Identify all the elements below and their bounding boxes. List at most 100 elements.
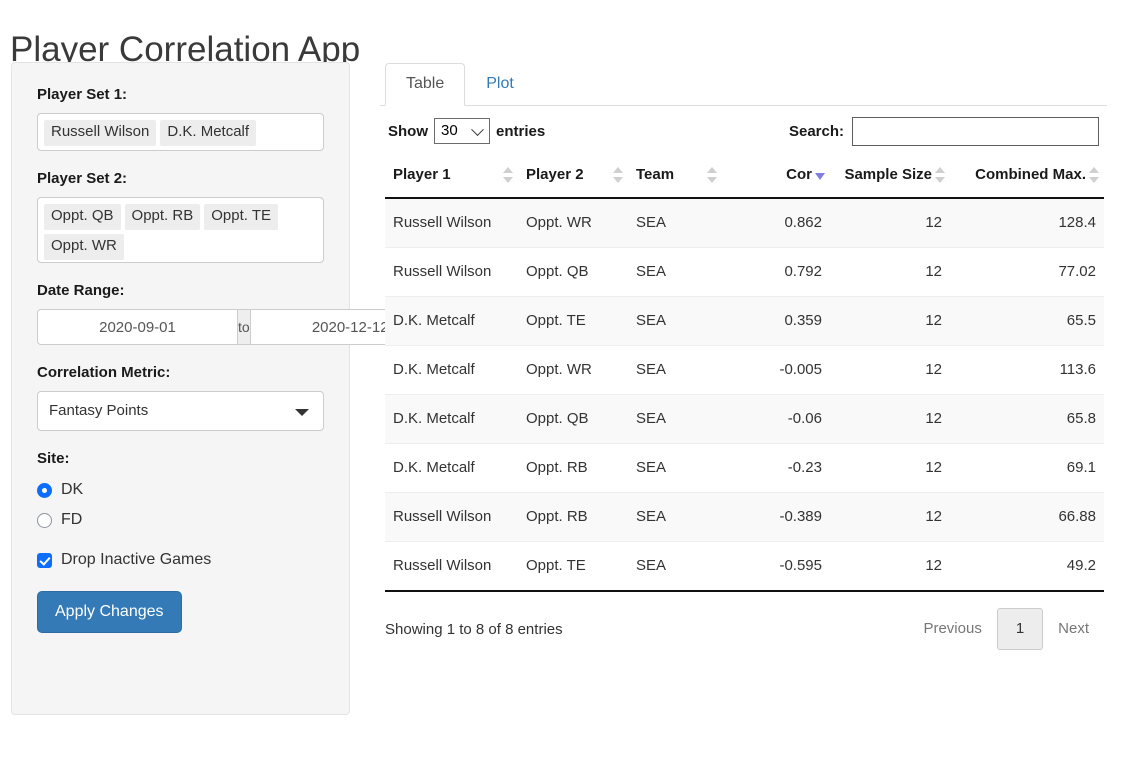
drop-inactive-games-checkbox[interactable]: Drop Inactive Games (37, 547, 324, 573)
column-label: Sample Size (844, 166, 932, 183)
tab-plot[interactable]: Plot (465, 63, 535, 106)
site-option-label: FD (61, 511, 83, 528)
pagination-page-1-button[interactable]: 1 (996, 608, 1044, 650)
date-range-group: Date Range: to (37, 281, 451, 345)
sort-both-icon[interactable] (613, 167, 623, 183)
pagination-next-button[interactable]: Next (1043, 608, 1104, 650)
sort-both-icon[interactable] (707, 167, 717, 183)
cell-player1: Russell Wilson (385, 492, 518, 542)
correlation-table: Player 1 Player 2 Team Cor Sample Size C… (385, 154, 1104, 592)
app-root: Player Correlation App Player Set 1: Rus… (0, 0, 1125, 758)
sort-both-icon[interactable] (503, 167, 513, 183)
cell-team: SEA (628, 198, 722, 248)
column-header-player2[interactable]: Player 2 (518, 154, 628, 199)
cell-cor: 0.359 (722, 296, 830, 346)
sort-both-icon[interactable] (935, 167, 945, 183)
cell-player2: Oppt. WR (518, 198, 628, 248)
cell-sample-size: 12 (830, 296, 950, 346)
table-row: D.K. Metcalf Oppt. QB SEA -0.06 12 65.8 (385, 394, 1104, 444)
player-set-2-input[interactable]: Oppt. QB Oppt. RB Oppt. TE Oppt. WR (37, 197, 324, 263)
cell-player1: D.K. Metcalf (385, 345, 518, 395)
cell-cor: -0.06 (722, 394, 830, 444)
correlation-metric-label: Correlation Metric: (37, 364, 171, 381)
player-token[interactable]: Oppt. WR (44, 234, 124, 260)
table-row: D.K. Metcalf Oppt. TE SEA 0.359 12 65.5 (385, 296, 1104, 346)
player-token[interactable]: Oppt. RB (124, 204, 201, 230)
cell-cor: -0.389 (722, 492, 830, 542)
date-start-input[interactable] (37, 309, 238, 345)
table-row: Russell Wilson Oppt. RB SEA -0.389 12 66.88 (385, 492, 1104, 542)
cell-team: SEA (628, 296, 722, 346)
cell-combined-max: 77.02 (950, 247, 1104, 297)
radio-checked-icon[interactable] (37, 482, 52, 498)
cell-player1: D.K. Metcalf (385, 296, 518, 346)
table-header-row: Player 1 Player 2 Team Cor Sample Size C… (385, 154, 1104, 199)
cell-player1: Russell Wilson (385, 247, 518, 297)
apply-changes-button[interactable]: Apply Changes (37, 591, 182, 633)
cell-player2: Oppt. RB (518, 443, 628, 493)
site-radio-dk[interactable]: DK (37, 477, 324, 503)
cell-combined-max: 69.1 (950, 443, 1104, 493)
player-set-1-input[interactable]: Russell Wilson D.K. Metcalf (37, 113, 324, 151)
correlation-metric-select[interactable]: Fantasy Points (37, 391, 324, 431)
cell-cor: -0.005 (722, 345, 830, 395)
player-token[interactable]: D.K. Metcalf (160, 120, 257, 146)
search-input[interactable] (852, 116, 1099, 146)
cell-cor: 0.862 (722, 198, 830, 248)
site-group: Site: DK FD Drop Inactive Games Apply Ch… (37, 449, 324, 633)
column-label: Cor (786, 166, 812, 183)
chevron-down-icon (471, 123, 484, 137)
column-header-cor[interactable]: Cor (722, 154, 830, 199)
cell-sample-size: 12 (830, 394, 950, 444)
column-label: Team (636, 166, 675, 183)
cell-team: SEA (628, 492, 722, 542)
cell-player1: D.K. Metcalf (385, 394, 518, 444)
tab-table[interactable]: Table (385, 63, 466, 106)
cell-player2: Oppt. TE (518, 541, 628, 592)
cell-combined-max: 65.8 (950, 394, 1104, 444)
table-row: D.K. Metcalf Oppt. WR SEA -0.005 12 113.6 (385, 345, 1104, 395)
table-row: D.K. Metcalf Oppt. RB SEA -0.23 12 69.1 (385, 443, 1104, 493)
chevron-down-icon (295, 409, 309, 416)
table-footer: Showing 1 to 8 of 8 entries Previous 1 N… (385, 592, 1104, 650)
table-row: Russell Wilson Oppt. WR SEA 0.862 12 128.4 (385, 198, 1104, 248)
cell-team: SEA (628, 541, 722, 592)
player-token[interactable]: Oppt. QB (44, 204, 121, 230)
column-label: Player 1 (393, 166, 451, 183)
radio-unchecked-icon[interactable] (37, 512, 52, 528)
player-token[interactable]: Russell Wilson (44, 120, 157, 146)
cell-player2: Oppt. TE (518, 296, 628, 346)
show-entries-prefix: Show (388, 122, 428, 140)
cell-cor: 0.792 (722, 247, 830, 297)
cell-player1: D.K. Metcalf (385, 443, 518, 493)
cell-combined-max: 66.88 (950, 492, 1104, 542)
player-set-2-group: Player Set 2: Oppt. QB Oppt. RB Oppt. TE… (37, 169, 324, 263)
column-header-team[interactable]: Team (628, 154, 722, 199)
column-header-sample-size[interactable]: Sample Size (830, 154, 950, 199)
cell-sample-size: 12 (830, 345, 950, 395)
cell-player1: Russell Wilson (385, 541, 518, 592)
sort-both-icon[interactable] (1089, 167, 1099, 183)
cell-combined-max: 49.2 (950, 541, 1104, 592)
column-header-combined-max[interactable]: Combined Max. (950, 154, 1104, 199)
sort-descending-icon[interactable] (815, 167, 825, 183)
table-row: Russell Wilson Oppt. TE SEA -0.595 12 49.2 (385, 541, 1104, 592)
pagination-previous-button[interactable]: Previous (908, 608, 996, 650)
player-set-1-group: Player Set 1: Russell Wilson D.K. Metcal… (37, 85, 324, 151)
checkbox-checked-icon[interactable] (37, 552, 52, 568)
entries-per-page-select[interactable]: 30 (434, 118, 490, 144)
column-label: Player 2 (526, 166, 584, 183)
correlation-metric-value: Fantasy Points (49, 402, 149, 419)
cell-cor: -0.23 (722, 443, 830, 493)
show-entries-control: Show 30 entries (388, 118, 545, 144)
cell-sample-size: 12 (830, 492, 950, 542)
controls-sidebar: Player Set 1: Russell Wilson D.K. Metcal… (11, 62, 451, 715)
tab-bar: Table Plot (380, 62, 1107, 106)
show-entries-suffix: entries (496, 122, 546, 140)
cell-combined-max: 128.4 (950, 198, 1104, 248)
player-token[interactable]: Oppt. TE (204, 204, 278, 230)
column-label: Combined Max. (975, 166, 1086, 183)
column-header-player1[interactable]: Player 1 (385, 154, 518, 199)
cell-player2: Oppt. QB (518, 394, 628, 444)
site-radio-fd[interactable]: FD (37, 507, 324, 533)
